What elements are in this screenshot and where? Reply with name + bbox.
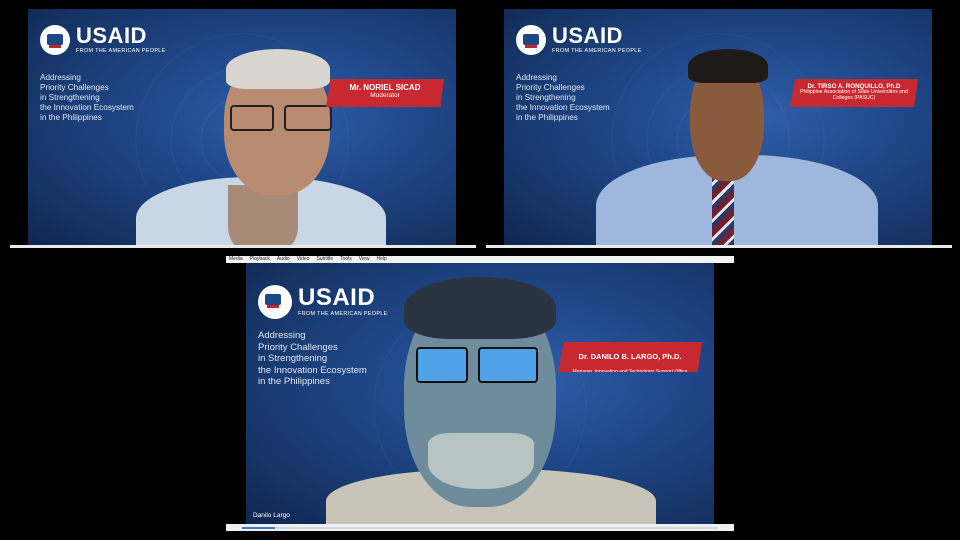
menu-video[interactable]: Video [297,256,310,263]
menu-audio[interactable]: Audio [277,256,290,263]
video-tile-moderator[interactable]: USAID FROM THE AMERICAN PEOPLE Addressin… [28,9,456,247]
menu-tools[interactable]: Tools [340,256,352,263]
seek-track[interactable] [242,527,718,529]
usaid-seal-icon [516,25,546,55]
video-tile-largo[interactable]: USAID FROM THE AMERICAN PEOPLE Addressin… [246,263,714,524]
logo-tagline: FROM THE AMERICAN PEOPLE [552,48,642,55]
speaker-banner-moderator: Mr. NORIEL SICAD Moderator [326,79,444,107]
logo-brand: USAID [76,23,147,49]
player-menu-bar: Media Playback Audio Video Subtitle Tool… [226,256,734,263]
event-title: Addressing Priority Challenges in Strength… [516,73,610,122]
menu-subtitle[interactable]: Subtitle [316,256,333,263]
logo-tagline: FROM THE AMERICAN PEOPLE [76,48,166,55]
logo-brand: USAID [552,23,623,49]
tile-caption-strip-right [486,245,952,248]
video-tile-pasuc[interactable]: USAID FROM THE AMERICAN PEOPLE Addressin… [504,9,932,247]
usaid-logo: USAID FROM THE AMERICAN PEOPLE [258,285,388,319]
usaid-seal-icon [40,25,70,55]
usaid-seal-icon [258,285,292,319]
speaker-banner-largo: Dr. DANILO B. LARGO, Ph.D. Manager, Inno… [558,342,702,372]
menu-media[interactable]: Media [229,256,243,263]
speaker-name: Dr. DANILO B. LARGO, Ph.D. [578,352,682,362]
speaker-banner-pasuc: Dr. TIRSO A. RONQUILLO, Ph.D Philippine … [790,79,918,107]
tile-caption-strip-left [10,245,476,248]
speaker-role: Philippine Association of State Universi… [800,89,908,102]
event-title: Addressing Priority Challenges in Strength… [40,73,134,122]
usaid-logo: USAID FROM THE AMERICAN PEOPLE [40,25,166,55]
logo-brand: USAID [298,284,376,312]
participant-name-label: Danilo Largo [253,512,290,519]
menu-view[interactable]: View [359,256,370,263]
event-title: Addressing Priority Challenges in Strength… [258,330,367,387]
menu-help[interactable]: Help [377,256,387,263]
speaker-role: Moderator [370,92,400,100]
seek-progress [242,527,276,529]
player-seek-bar[interactable] [226,524,734,531]
speaker-name: Mr. NORIEL SICAD [349,83,421,92]
logo-tagline: FROM THE AMERICAN PEOPLE [298,311,388,318]
usaid-logo: USAID FROM THE AMERICAN PEOPLE [516,25,642,55]
menu-playback[interactable]: Playback [250,256,270,263]
